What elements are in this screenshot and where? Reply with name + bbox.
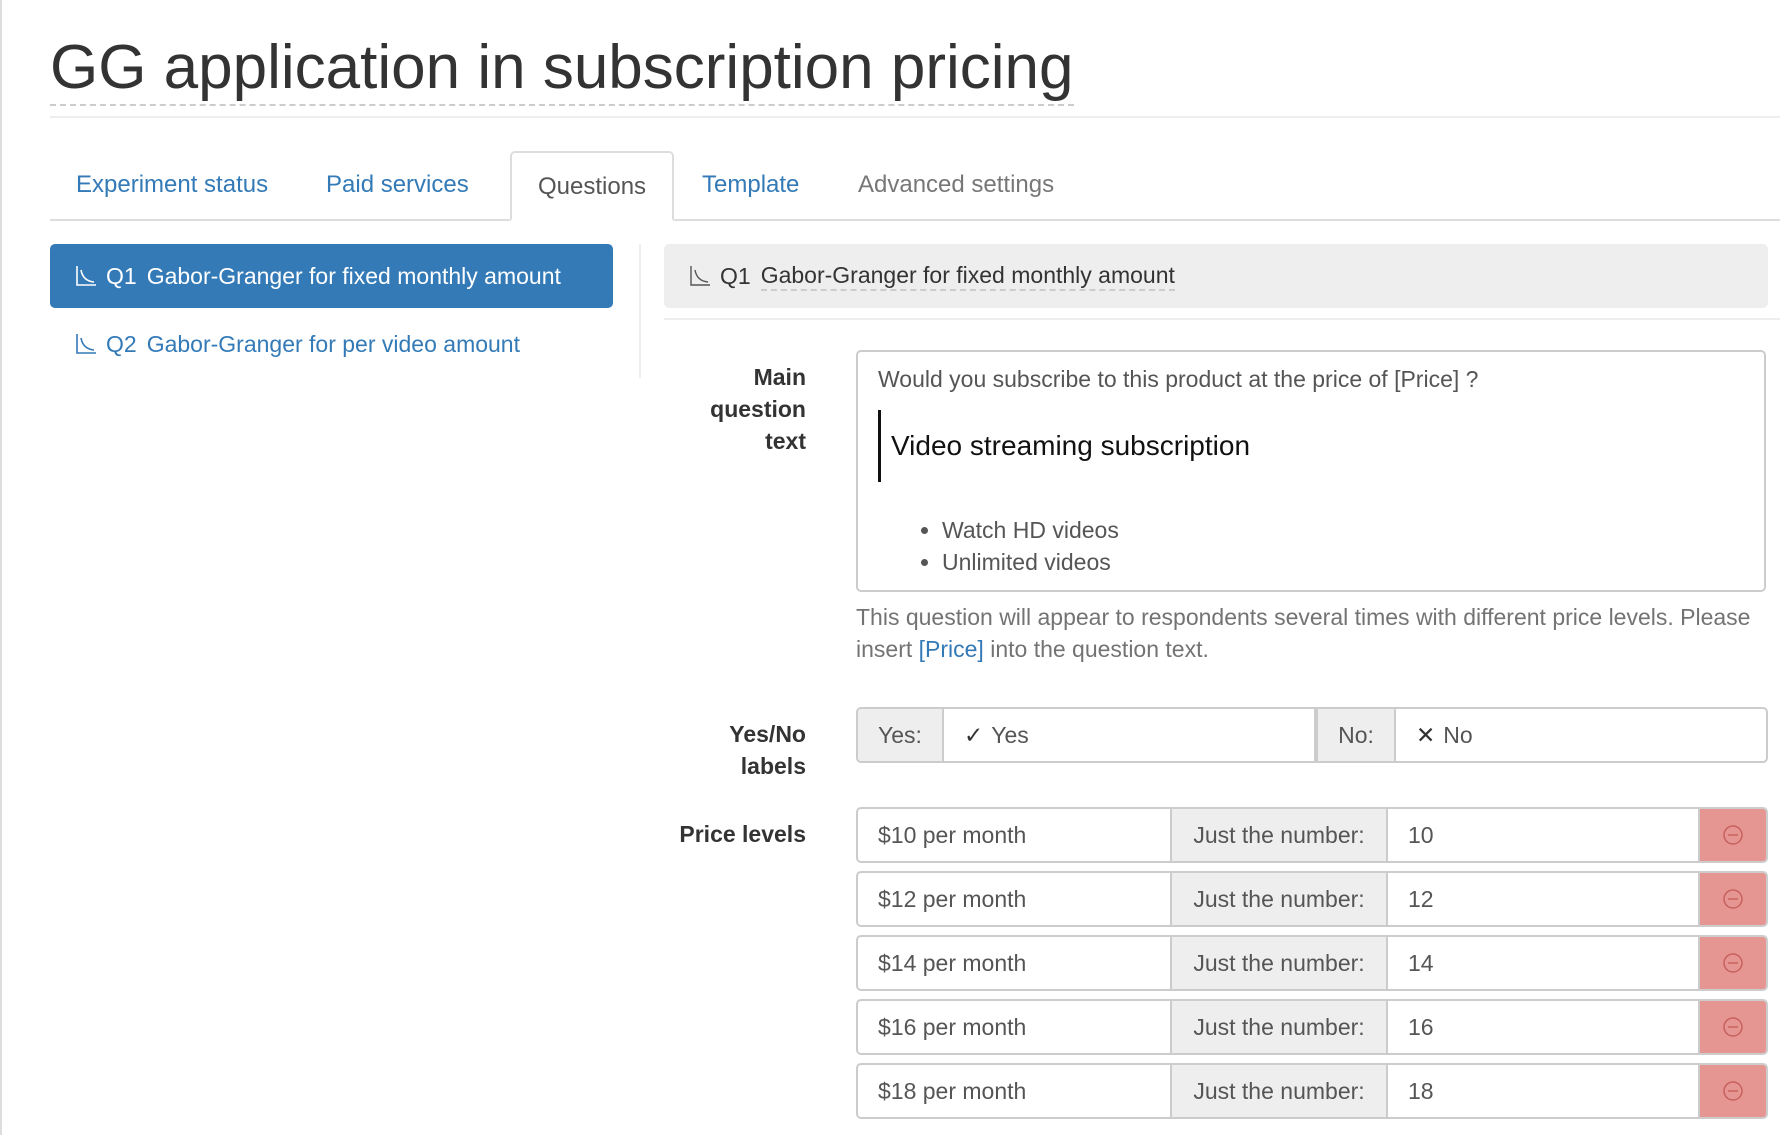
label-line: question	[710, 396, 806, 422]
sidebar-item-q2[interactable]: Q2 Gabor-Granger for per video amount	[50, 312, 613, 376]
price-levels-label: Price levels	[679, 821, 806, 847]
list-item: Watch HD videos	[942, 514, 1744, 546]
label-line: Yes/No	[729, 721, 806, 747]
price-token-link[interactable]: [Price]	[919, 636, 984, 662]
no-label-input[interactable]: ✕ No	[1396, 709, 1766, 761]
question-number: Q1	[720, 262, 751, 289]
sidebar-item-q1[interactable]: Q1 Gabor-Granger for fixed monthly amoun…	[50, 244, 613, 308]
price-level-row: $12 per month Just the number: 12	[856, 871, 1768, 927]
price-level-row: $18 per month Just the number: 18	[856, 1063, 1768, 1119]
number-addon: Just the number:	[1172, 1001, 1388, 1053]
demand-curve-icon	[76, 334, 96, 354]
no-label-value: No	[1443, 721, 1473, 748]
remove-price-level-button[interactable]	[1700, 873, 1766, 925]
price-text-value: $14 per month	[878, 949, 1027, 976]
help-text: This question will appear to respondents…	[856, 601, 1768, 665]
x-icon: ✕	[1416, 721, 1436, 748]
price-text-value: $10 per month	[878, 821, 1027, 848]
main-question-editor[interactable]: Would you subscribe to this product at t…	[856, 350, 1766, 592]
label-line: Main	[753, 364, 806, 390]
question-label: Gabor-Granger for per video amount	[146, 331, 520, 357]
minus-circle-icon	[1723, 1017, 1743, 1037]
tab-paid-services[interactable]: Paid services	[300, 151, 495, 219]
price-level-row: $14 per month Just the number: 14	[856, 935, 1768, 991]
sidebar-divider	[639, 244, 641, 378]
number-addon: Just the number:	[1172, 937, 1388, 989]
price-text-value: $18 per month	[878, 1077, 1027, 1104]
price-number-value: 16	[1408, 1013, 1434, 1040]
price-number-value: 18	[1408, 1077, 1434, 1104]
yesno-input-group: Yes: ✓ Yes No: ✕ No	[856, 707, 1768, 763]
question-list: Q1 Gabor-Granger for fixed monthly amoun…	[50, 244, 613, 380]
question-label: Gabor-Granger for fixed monthly amount	[146, 263, 561, 289]
price-level-row: $10 per month Just the number: 10	[856, 807, 1768, 863]
check-icon: ✓	[964, 721, 984, 748]
minus-circle-icon	[1723, 825, 1743, 845]
yes-label-value: Yes	[991, 721, 1029, 748]
price-number-input[interactable]: 18	[1388, 1065, 1700, 1117]
number-addon: Just the number:	[1172, 1065, 1388, 1117]
question-text-line: Would you subscribe to this product at t…	[878, 366, 1479, 392]
question-number: Q2	[106, 331, 137, 357]
demand-curve-icon	[690, 266, 710, 286]
price-text-input[interactable]: $14 per month	[858, 937, 1172, 989]
price-number-value: 12	[1408, 885, 1434, 912]
no-addon: No:	[1316, 709, 1396, 761]
yesno-label: Yes/No labels	[664, 718, 806, 782]
page-title[interactable]: GG application in subscription pricing	[50, 32, 1074, 106]
label-line: text	[765, 428, 806, 454]
remove-price-level-button[interactable]	[1700, 1065, 1766, 1117]
title-divider	[50, 116, 1780, 118]
price-text-value: $12 per month	[878, 885, 1027, 912]
price-number-value: 10	[1408, 821, 1434, 848]
yes-label-input[interactable]: ✓ Yes	[944, 709, 1316, 761]
price-text-value: $16 per month	[878, 1013, 1027, 1040]
minus-circle-icon	[1723, 889, 1743, 909]
header-divider	[664, 318, 1780, 320]
question-number: Q1	[106, 263, 137, 289]
price-number-input[interactable]: 14	[1388, 937, 1700, 989]
tab-questions[interactable]: Questions	[510, 151, 675, 221]
price-text-input[interactable]: $16 per month	[858, 1001, 1172, 1053]
main-question-label: Main question text	[664, 361, 806, 457]
tab-template[interactable]: Template	[676, 151, 825, 219]
label-line: labels	[740, 753, 806, 779]
demand-curve-icon	[76, 266, 96, 286]
product-heading: Video streaming subscription	[878, 410, 1744, 482]
question-header: Q1 Gabor-Granger for fixed monthly amoun…	[664, 244, 1768, 308]
remove-price-level-button[interactable]	[1700, 937, 1766, 989]
list-item: Unlimited videos	[942, 546, 1744, 578]
price-level-row: $16 per month Just the number: 16	[856, 999, 1768, 1055]
price-number-input[interactable]: 16	[1388, 1001, 1700, 1053]
question-title[interactable]: Gabor-Granger for fixed monthly amount	[760, 261, 1175, 291]
number-addon: Just the number:	[1172, 809, 1388, 861]
remove-price-level-button[interactable]	[1700, 809, 1766, 861]
feature-list: Watch HD videos Unlimited videos	[878, 514, 1744, 578]
number-addon: Just the number:	[1172, 873, 1388, 925]
price-number-input[interactable]: 10	[1388, 809, 1700, 861]
tab-experiment-status[interactable]: Experiment status	[50, 151, 294, 219]
minus-circle-icon	[1723, 1081, 1743, 1101]
help-text-after: into the question text.	[983, 636, 1209, 662]
yes-addon: Yes:	[858, 709, 944, 761]
tab-bar: Experiment status Paid services Question…	[50, 151, 1780, 221]
price-text-input[interactable]: $10 per month	[858, 809, 1172, 861]
page-left-border	[0, 0, 2, 1135]
price-text-input[interactable]: $12 per month	[858, 873, 1172, 925]
minus-circle-icon	[1723, 953, 1743, 973]
tab-advanced-settings[interactable]: Advanced settings	[832, 151, 1080, 219]
price-text-input[interactable]: $18 per month	[858, 1065, 1172, 1117]
price-number-value: 14	[1408, 949, 1434, 976]
price-number-input[interactable]: 12	[1388, 873, 1700, 925]
remove-price-level-button[interactable]	[1700, 1001, 1766, 1053]
